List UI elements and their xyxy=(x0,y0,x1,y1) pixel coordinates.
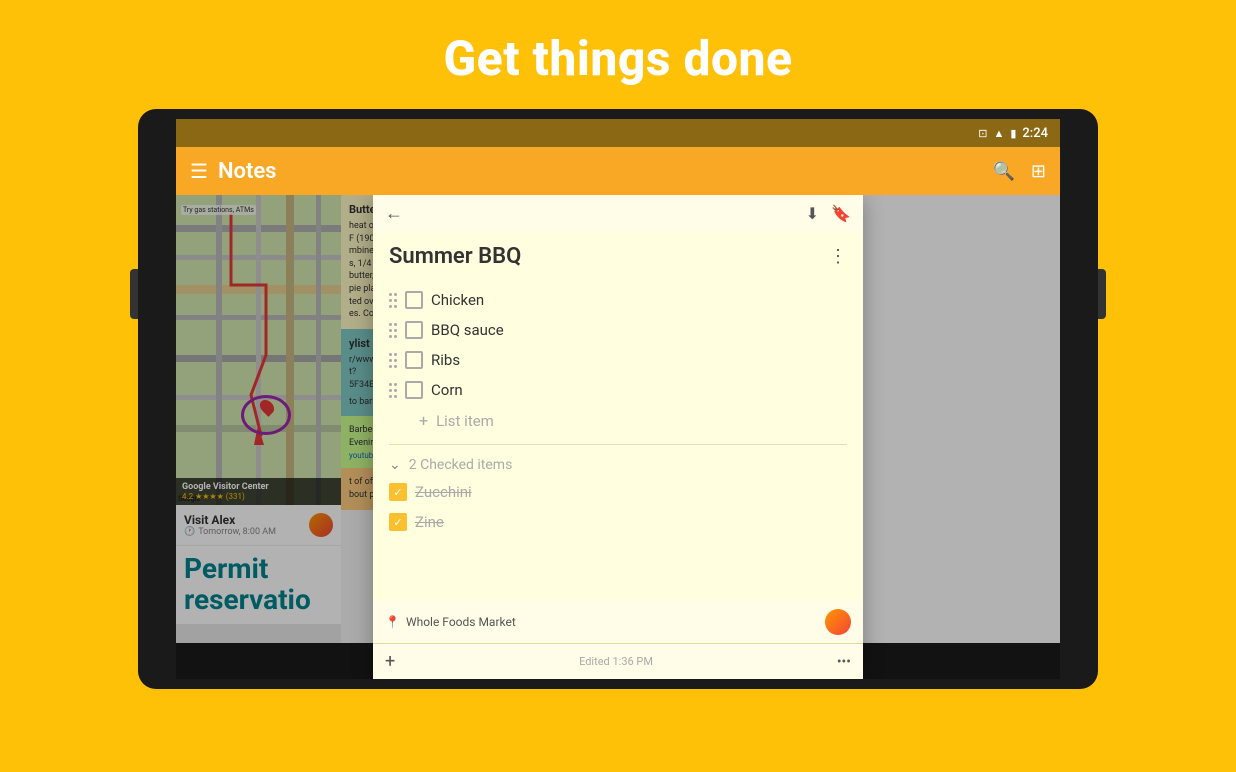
modal-body: Summer BBQ ⋮ xyxy=(373,232,863,601)
add-item-placeholder: List item xyxy=(436,412,494,430)
modal-back-icon[interactable]: ← xyxy=(385,203,403,224)
main-content: Try gas stations, ATMs Google Google Vis… xyxy=(176,195,1060,679)
grid-icon[interactable]: ⊞ xyxy=(1031,161,1046,182)
add-item-row[interactable]: + List item xyxy=(389,405,847,436)
item-text-3: Ribs xyxy=(431,351,460,369)
search-icon[interactable]: 🔍 xyxy=(992,161,1014,182)
list-item: Zucchini xyxy=(389,477,847,507)
checked-section-header[interactable]: ⌄ 2 Checked items xyxy=(389,453,847,477)
drag-handle[interactable] xyxy=(389,323,397,338)
item-text-1: Chicken xyxy=(431,291,484,309)
drag-handle[interactable] xyxy=(389,293,397,308)
footer-location[interactable]: 📍 Whole Foods Market xyxy=(385,615,516,629)
tablet-button-left xyxy=(130,269,138,319)
checked-items: Zucchini Zine xyxy=(389,477,847,537)
drag-handle[interactable] xyxy=(389,353,397,368)
list-item: Zine xyxy=(389,507,847,537)
item-text-6: Zine xyxy=(415,513,444,531)
location-text: Whole Foods Market xyxy=(406,615,516,629)
signal-icon: ⊡ xyxy=(978,127,987,140)
list-item: Ribs xyxy=(389,345,847,375)
checklist: Chicken BBQ sauce xyxy=(389,285,847,436)
modal-title-row: Summer BBQ ⋮ xyxy=(389,244,847,269)
checkbox-3[interactable] xyxy=(405,351,423,369)
drag-handle[interactable] xyxy=(389,383,397,398)
tablet-button-right xyxy=(1098,269,1106,319)
checkbox-1[interactable] xyxy=(405,291,423,309)
bookmark-icon[interactable]: 🔖 xyxy=(831,204,851,223)
list-item: Corn xyxy=(389,375,847,405)
modal: ← ⬇ 🔖 Summer BBQ ⋮ xyxy=(373,195,863,679)
modal-actions: ⬇ 🔖 xyxy=(806,204,851,223)
modal-bottom-bar: + Edited 1:36 PM ••• xyxy=(373,643,863,679)
location-pin-icon: 📍 xyxy=(385,615,400,629)
hamburger-icon[interactable]: ☰ xyxy=(190,159,208,183)
checkbox-2[interactable] xyxy=(405,321,423,339)
list-item: BBQ sauce xyxy=(389,315,847,345)
add-icon: + xyxy=(419,411,428,430)
modal-title: Summer BBQ xyxy=(389,244,521,269)
item-text-4: Corn xyxy=(431,381,463,399)
more-vert-icon[interactable]: ⋮ xyxy=(829,246,847,267)
status-time: 2:24 xyxy=(1022,126,1048,141)
app-title: Notes xyxy=(218,159,277,184)
app-bar-left: ☰ Notes xyxy=(190,159,992,184)
list-item: Chicken xyxy=(389,285,847,315)
battery-icon: ▮ xyxy=(1010,127,1016,140)
app-bar-right: 🔍 ⊞ xyxy=(992,161,1046,182)
bottom-more-icon[interactable]: ••• xyxy=(837,654,851,670)
checked-count: 2 Checked items xyxy=(409,457,513,473)
screen: ⊡ ▲ ▮ 2:24 ☰ Notes 🔍 ⊞ xyxy=(176,119,1060,679)
chevron-down-icon: ⌄ xyxy=(389,457,401,473)
wifi-icon: ▲ xyxy=(993,127,1004,140)
download-icon[interactable]: ⬇ xyxy=(806,204,819,223)
status-bar: ⊡ ▲ ▮ 2:24 xyxy=(176,119,1060,147)
headline: Get things done xyxy=(443,30,792,87)
modal-footer: 📍 Whole Foods Market xyxy=(373,601,863,643)
item-text-5: Zucchini xyxy=(415,483,472,501)
checkbox-4[interactable] xyxy=(405,381,423,399)
status-icons: ⊡ ▲ ▮ 2:24 xyxy=(978,126,1048,141)
app-bar: ☰ Notes 🔍 ⊞ xyxy=(176,147,1060,195)
add-bottom-icon[interactable]: + xyxy=(385,651,395,672)
checkbox-5[interactable] xyxy=(389,483,407,501)
modal-topbar: ← ⬇ 🔖 xyxy=(373,195,863,232)
footer-avatar xyxy=(825,609,851,635)
edited-text: Edited 1:36 PM xyxy=(579,655,653,668)
item-text-2: BBQ sauce xyxy=(431,321,504,339)
checkbox-6[interactable] xyxy=(389,513,407,531)
divider xyxy=(389,444,847,445)
modal-overlay: ← ⬇ 🔖 Summer BBQ ⋮ xyxy=(176,195,1060,679)
tablet-frame: ⊡ ▲ ▮ 2:24 ☰ Notes 🔍 ⊞ xyxy=(138,109,1098,689)
